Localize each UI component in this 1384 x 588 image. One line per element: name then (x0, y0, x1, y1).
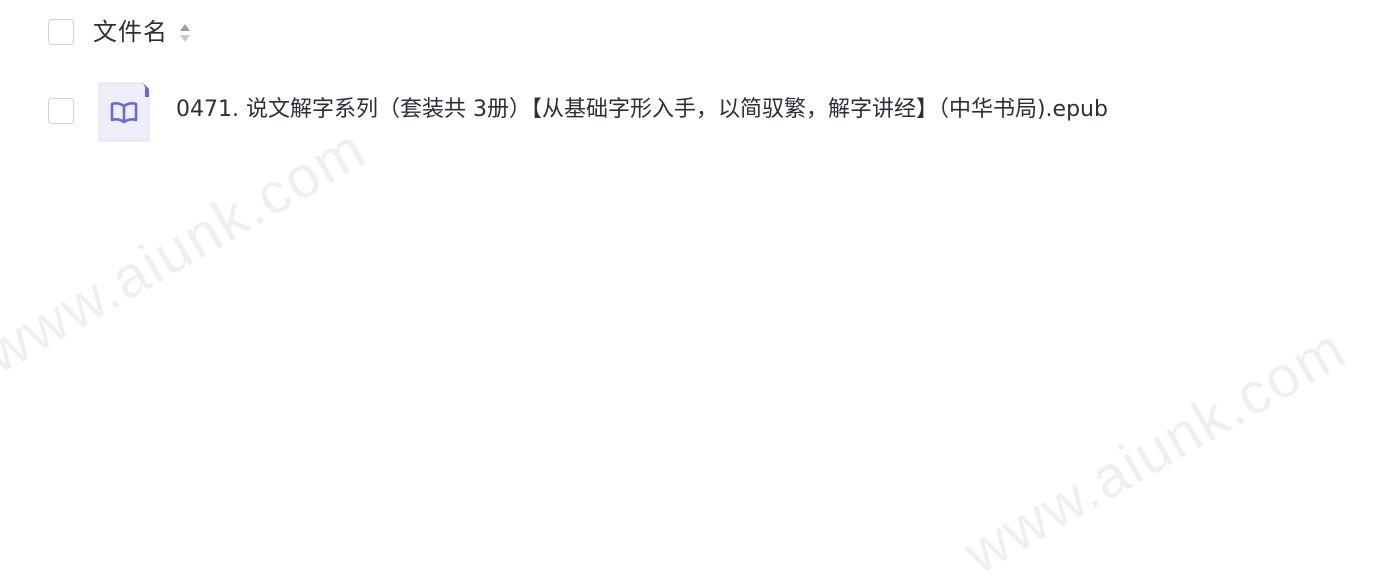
ebook-file-icon (98, 82, 150, 142)
file-list-page: 文件名 0471. 说文解字系列（套装共 3册）【从基础字形入手，以简驭繁，解字… (0, 0, 1384, 588)
file-name-link[interactable]: 0471. 说文解字系列（套装共 3册）【从基础字形入手，以简驭繁，解字讲经】（… (176, 94, 1108, 126)
file-row[interactable]: 0471. 说文解字系列（套装共 3册）【从基础字形入手，以简驭繁，解字讲经】（… (0, 80, 1384, 144)
sort-caret-icon[interactable] (178, 21, 192, 45)
file-row-checkbox[interactable] (48, 98, 74, 124)
select-all-checkbox[interactable] (48, 19, 74, 45)
file-list-header: 文件名 (0, 0, 1384, 66)
watermark-text: www.aiunk.com (953, 315, 1357, 587)
column-title-filename: 文件名 (93, 18, 168, 46)
watermark-text: www.aiunk.com (0, 115, 377, 387)
